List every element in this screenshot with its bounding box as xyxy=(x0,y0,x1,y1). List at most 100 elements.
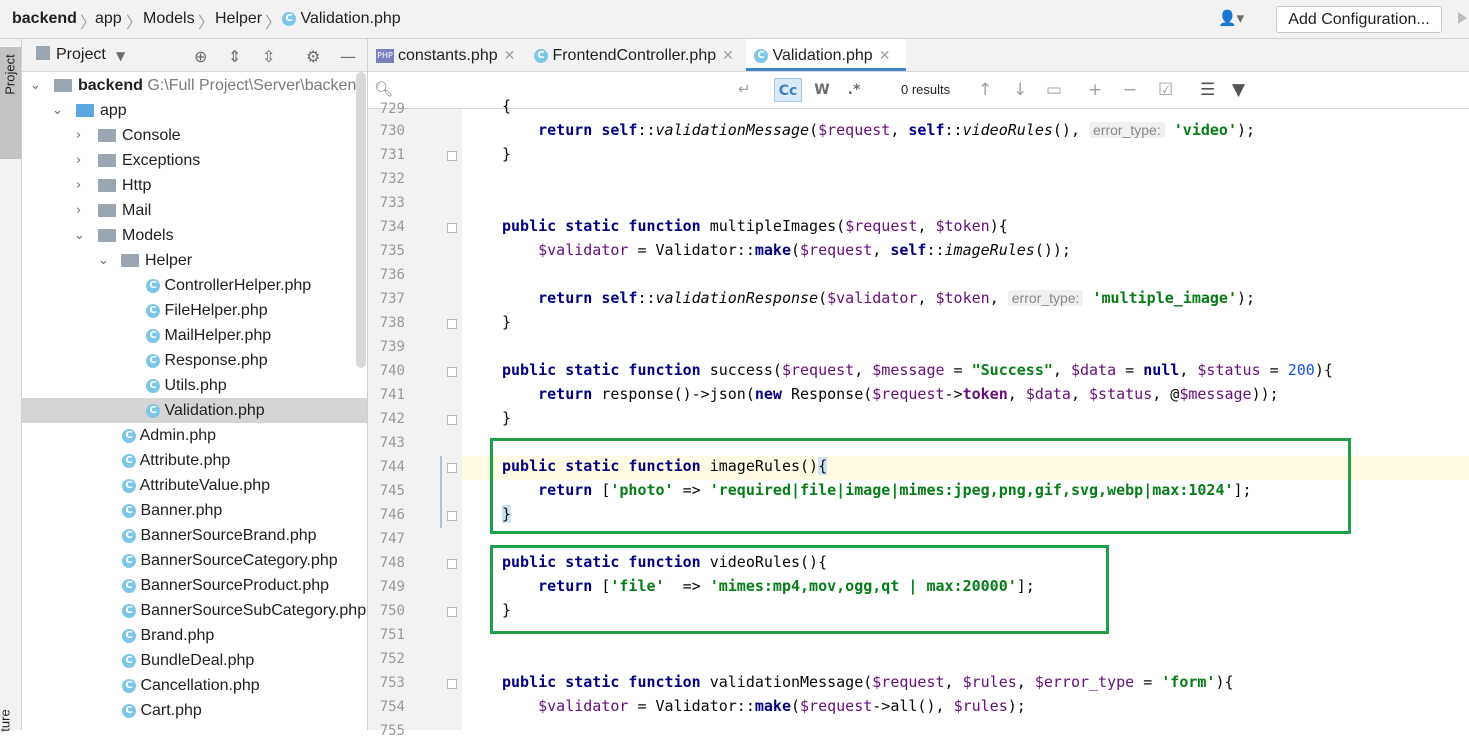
breadcrumb-helper[interactable]: Helper xyxy=(215,10,262,28)
tree-folder-exceptions[interactable]: › Exceptions xyxy=(22,148,356,173)
tree-file[interactable]: C BannerSourceSubCategory.php xyxy=(22,598,367,623)
tree-file[interactable]: C BannerSourceBrand.php xyxy=(22,523,367,548)
tree-file[interactable]: C Banner.php xyxy=(22,498,367,523)
tree-folder-helper[interactable]: ⌄ Helper xyxy=(22,248,356,273)
code-editor[interactable] xyxy=(462,109,1469,730)
tree-file-selected[interactable]: C Validation.php xyxy=(22,398,367,423)
fold-marker[interactable] xyxy=(447,319,457,329)
tree-item-label: Helper xyxy=(145,252,193,269)
project-panel-title[interactable]: Project xyxy=(56,46,106,64)
tree-file[interactable]: C ControllerHelper.php xyxy=(22,273,356,298)
tree-root-backend[interactable]: ⌄ backend G:\Full Project\Server\backend xyxy=(22,73,365,98)
chevron-right-icon: 〉 xyxy=(198,15,215,32)
tree-file[interactable]: C Attribute.php xyxy=(22,448,367,473)
line-number: 741 xyxy=(379,387,405,403)
tree-folder-app[interactable]: ⌄ app xyxy=(22,98,356,123)
close-icon[interactable]: ✕ xyxy=(504,47,516,63)
arrow-down-icon[interactable]: ↓ xyxy=(1013,80,1027,100)
project-tool-button[interactable]: Project xyxy=(0,47,21,159)
line-number: 742 xyxy=(379,411,405,427)
tree-file[interactable]: C Admin.php xyxy=(22,423,367,448)
arrow-up-icon[interactable]: ↑ xyxy=(978,80,992,100)
close-icon[interactable]: ✕ xyxy=(879,47,891,63)
breadcrumb-backend[interactable]: backend xyxy=(12,10,77,28)
line-number: 744 xyxy=(379,459,405,475)
tree-file[interactable]: C AttributeValue.php xyxy=(22,473,367,498)
close-icon[interactable]: ✕ xyxy=(722,47,734,63)
tab-constants[interactable]: PHP constants.php ✕ xyxy=(376,39,515,71)
collapse-all-icon[interactable]: ⇳ xyxy=(262,47,275,66)
project-scrollbar[interactable] xyxy=(356,72,366,368)
filter-icon[interactable]: ▼ xyxy=(1232,80,1245,100)
breadcrumb-models[interactable]: Models xyxy=(143,10,195,28)
tree-item-label: BundleDeal.php xyxy=(140,652,255,669)
line-number: 749 xyxy=(379,579,405,595)
fold-marker[interactable] xyxy=(447,415,457,425)
folder-icon xyxy=(98,129,116,143)
breadcrumb-app[interactable]: app xyxy=(95,10,122,28)
fold-marker[interactable] xyxy=(447,463,457,473)
tree-folder-http[interactable]: › Http xyxy=(22,173,356,198)
tab-validation[interactable]: C Validation.php ✕ xyxy=(746,39,906,71)
new-line-icon[interactable]: ↵ xyxy=(738,80,751,98)
fold-marker[interactable] xyxy=(447,607,457,617)
highlight-box-videorules xyxy=(490,545,1109,634)
tree-file[interactable]: C BannerSourceCategory.php xyxy=(22,548,367,573)
line-number: 748 xyxy=(379,555,405,571)
gear-icon[interactable]: ⚙ xyxy=(306,47,320,66)
tree-folder-models[interactable]: ⌄ Models xyxy=(22,223,356,248)
filter-lines-icon[interactable]: ☰ xyxy=(1200,80,1215,100)
match-case-toggle[interactable]: Cc xyxy=(774,78,802,102)
tree-file[interactable]: C BannerSourceProduct.php xyxy=(22,573,367,598)
fold-marker[interactable] xyxy=(447,679,457,689)
tree-item-label: app xyxy=(100,102,127,119)
select-occurrences-icon[interactable]: ☑ xyxy=(1158,80,1173,100)
whole-words-toggle[interactable]: W xyxy=(810,78,834,102)
minimize-icon[interactable]: — xyxy=(340,47,356,66)
chevron-down-icon[interactable]: ▼ xyxy=(116,49,125,63)
parameter-hint: error_type: xyxy=(1089,122,1165,138)
line-number: 753 xyxy=(379,675,405,691)
fold-marker[interactable] xyxy=(447,367,457,377)
remove-occurrence-icon[interactable]: − xyxy=(1123,80,1137,100)
tab-frontendcontroller[interactable]: C FrontendController.php ✕ xyxy=(534,39,734,71)
structure-tool-label[interactable]: ture xyxy=(0,709,13,731)
search-results-count: 0 results xyxy=(901,82,951,97)
run-icon[interactable] xyxy=(1458,12,1467,24)
tree-file[interactable]: C Response.php xyxy=(22,348,356,373)
tree-file[interactable]: C BundleDeal.php xyxy=(22,648,367,673)
tree-folder-mail[interactable]: › Mail xyxy=(22,198,356,223)
code-line: { xyxy=(502,97,512,115)
fold-marker[interactable] xyxy=(447,223,457,233)
tree-item-label: Attribute.php xyxy=(139,452,231,469)
search-input[interactable]: 🔍︎ ↵ xyxy=(368,72,768,108)
fold-marker[interactable] xyxy=(447,559,457,569)
tree-item-label: Validation.php xyxy=(164,402,265,419)
folder-icon xyxy=(98,229,116,243)
tree-folder-console[interactable]: › Console xyxy=(22,123,356,148)
select-all-occurrences-icon[interactable]: ▭ xyxy=(1046,80,1062,100)
breadcrumb-file[interactable]: C Validation.php xyxy=(282,10,401,28)
highlight-box-imagerules xyxy=(490,438,1351,534)
tree-file[interactable]: C MailHelper.php xyxy=(22,323,356,348)
fold-marker[interactable] xyxy=(447,511,457,521)
tree-file[interactable]: C Cancellation.php xyxy=(22,673,367,698)
tree-file[interactable]: C Brand.php xyxy=(22,623,367,648)
expand-all-icon[interactable]: ⇕ xyxy=(228,47,241,66)
line-number: 732 xyxy=(379,171,405,187)
locate-icon[interactable]: ⊕ xyxy=(194,47,207,66)
line-number: 754 xyxy=(379,699,405,715)
tree-item-label: Cart.php xyxy=(140,702,202,719)
code-line: } xyxy=(502,145,512,163)
regex-toggle[interactable]: .* xyxy=(842,78,866,102)
folder-icon xyxy=(76,104,94,118)
code-line: $validator = Validator::make($request, s… xyxy=(538,241,1071,259)
php-class-icon: C xyxy=(122,703,136,718)
user-icon[interactable]: 👤▾ xyxy=(1218,9,1258,29)
add-occurrence-icon[interactable]: + xyxy=(1088,80,1102,100)
add-configuration-button[interactable]: Add Configuration... xyxy=(1276,6,1442,33)
tree-file[interactable]: C Cart.php xyxy=(22,698,367,723)
tree-file[interactable]: C FileHelper.php xyxy=(22,298,356,323)
tree-file[interactable]: C Utils.php xyxy=(22,373,356,398)
fold-marker[interactable] xyxy=(447,151,457,161)
